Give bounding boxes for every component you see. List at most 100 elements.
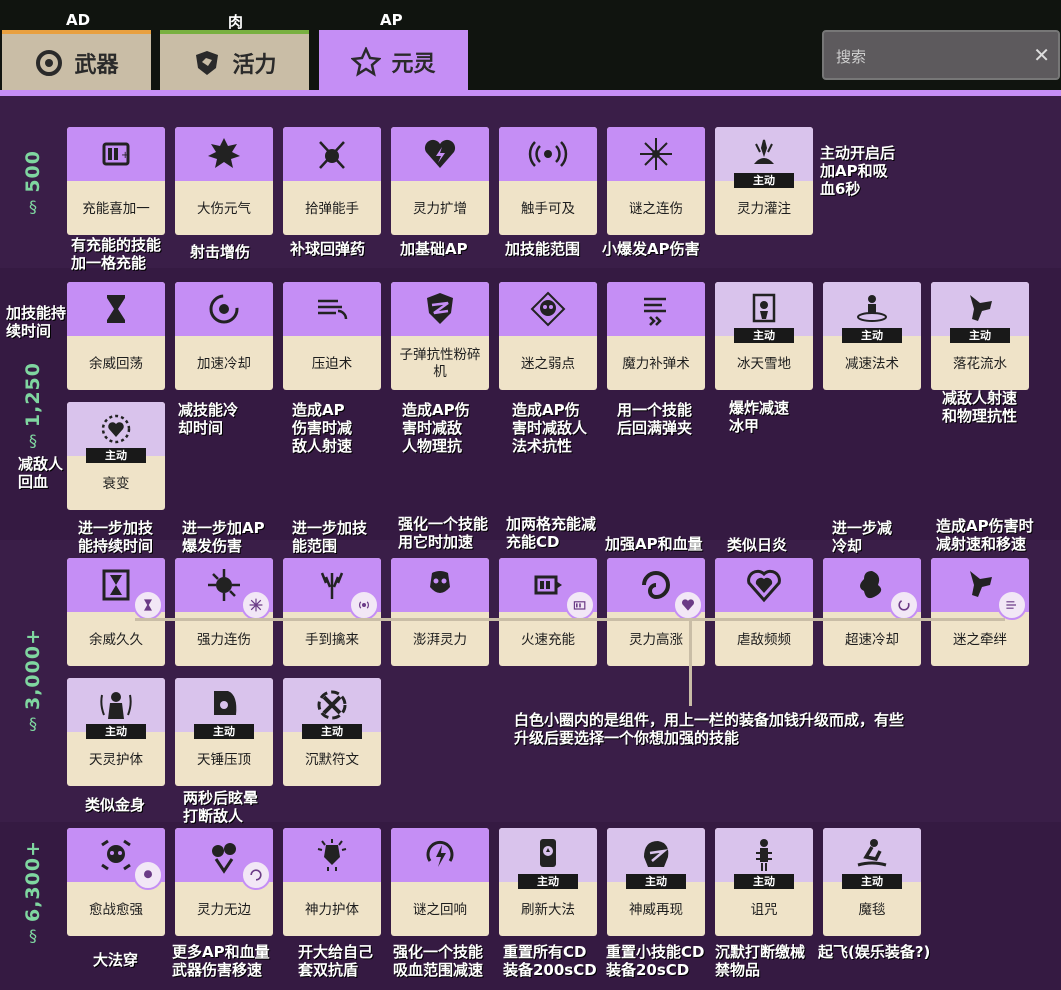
item-card-active[interactable]: 主动 冰天雪地 bbox=[715, 282, 813, 390]
svg-text:+: + bbox=[121, 150, 129, 161]
item-card[interactable]: 愈战愈强 bbox=[67, 828, 165, 936]
annotation: 重置小技能CD 装备20sCD bbox=[606, 943, 705, 979]
item-card-active[interactable]: 主动 魔毯 bbox=[823, 828, 921, 936]
item-card-active[interactable]: 主动 天灵护体 bbox=[67, 678, 165, 786]
spirit-icon bbox=[351, 47, 382, 77]
item-card-active[interactable]: 主动 衰变 bbox=[67, 402, 165, 510]
item-card[interactable]: 神力护体 bbox=[283, 828, 381, 936]
component-heart-icon bbox=[673, 590, 703, 620]
item-card-active[interactable]: 主动 诅咒 bbox=[715, 828, 813, 936]
annotation: 类似金身 bbox=[85, 796, 146, 814]
item-card[interactable]: + 充能喜加一 bbox=[67, 127, 165, 235]
annotation: 重置所有CD 装备200sCD bbox=[503, 943, 597, 979]
tab-vitality[interactable]: 活力 bbox=[160, 30, 309, 92]
search-input[interactable] bbox=[834, 44, 1028, 70]
annotation: 强化一个技能 吸血范围减速 bbox=[393, 943, 484, 979]
annotation: 补球回弹药 bbox=[290, 240, 366, 258]
echo-shard-icon bbox=[426, 840, 454, 867]
shield-break-icon bbox=[427, 293, 453, 324]
boundless-spirit-icon bbox=[212, 843, 236, 874]
annotation: 类似日炎 bbox=[727, 536, 788, 554]
souls-icon: § bbox=[29, 196, 37, 216]
item-card[interactable]: 灵力无边 bbox=[175, 828, 273, 936]
refresher-icon bbox=[540, 839, 556, 867]
silence-glyph-icon bbox=[317, 690, 347, 720]
annotation: 小爆发AP伤害 bbox=[602, 240, 700, 258]
slow-field-icon bbox=[857, 295, 887, 322]
tab-vitality-label: 活力 bbox=[232, 53, 277, 78]
item-card[interactable]: 澎湃灵力 bbox=[391, 558, 489, 666]
item-card[interactable]: 子弹抗性粉碎机 bbox=[391, 282, 489, 390]
item-card[interactable]: 余威回荡 bbox=[67, 282, 165, 390]
clear-icon[interactable]: ✕ bbox=[1033, 43, 1050, 67]
escalating-skull-icon bbox=[101, 839, 131, 871]
cooldown-icon bbox=[209, 294, 239, 324]
annotation: 两秒后眩晕 打断敌人 bbox=[183, 789, 259, 825]
rapid-charge-icon bbox=[534, 575, 562, 595]
item-card-active[interactable]: 主动 神威再现 bbox=[607, 828, 705, 936]
annotation: 加技能持 续时间 bbox=[6, 304, 67, 340]
tab-weapon-label: 武器 bbox=[74, 53, 119, 78]
active-badge: 主动 bbox=[518, 874, 578, 889]
tab-weapon[interactable]: 武器 bbox=[2, 30, 151, 92]
helmet-icon bbox=[644, 841, 669, 867]
item-card-active[interactable]: 主动 落花流水 bbox=[931, 282, 1029, 390]
annotation: 大法穿 bbox=[93, 951, 139, 969]
item-card[interactable]: 拾弹能手 bbox=[283, 127, 381, 235]
spirit-heart-icon bbox=[424, 139, 456, 168]
active-badge: 主动 bbox=[194, 724, 254, 739]
tab-category-meat: 肉 bbox=[228, 13, 244, 31]
mystic-slow-icon bbox=[970, 571, 992, 597]
item-card[interactable]: 谜之回响 bbox=[391, 828, 489, 936]
item-card[interactable]: 超速冷却 bbox=[823, 558, 921, 666]
skull-icon bbox=[530, 291, 566, 327]
item-card[interactable]: 加速冷却 bbox=[175, 282, 273, 390]
item-card-active[interactable]: 主动 减速法术 bbox=[823, 282, 921, 390]
item-card[interactable]: 大伤元气 bbox=[175, 127, 273, 235]
knockdown-icon bbox=[214, 691, 237, 715]
divine-barrier-icon bbox=[100, 692, 132, 719]
item-card[interactable]: 余威久久 bbox=[67, 558, 165, 666]
spark-burst-icon bbox=[640, 138, 672, 170]
tier-price-1250: 1,250 § bbox=[22, 362, 44, 451]
item-card[interactable]: 压迫术 bbox=[283, 282, 381, 390]
item-card-active[interactable]: 主动 灵力灌注 bbox=[715, 127, 813, 235]
active-badge: 主动 bbox=[626, 874, 686, 889]
annotation: 进一步加技 能持续时间 bbox=[78, 519, 154, 555]
item-card[interactable]: 强力连伤 bbox=[175, 558, 273, 666]
item-card[interactable]: 谜之连伤 bbox=[607, 127, 705, 235]
item-card[interactable]: 虐敌频频 bbox=[715, 558, 813, 666]
active-badge: 主动 bbox=[86, 724, 146, 739]
item-card[interactable]: 魔力补弹术 bbox=[607, 282, 705, 390]
item-card[interactable]: 触手可及 bbox=[499, 127, 597, 235]
souls-icon: § bbox=[29, 926, 37, 946]
connector-line bbox=[135, 618, 1005, 621]
superior-cooldown-icon bbox=[860, 571, 882, 599]
chain-burst-icon bbox=[208, 569, 240, 601]
component-note: 白色小圈内的是组件，用上一栏的装备加钱升级而成，有些 升级后要选择一个你想加强的技… bbox=[514, 711, 905, 747]
range-waves-icon bbox=[528, 141, 568, 167]
item-card[interactable]: 迷之牵绊 bbox=[931, 558, 1029, 666]
annotation: 爆炸减速 冰甲 bbox=[729, 399, 790, 435]
annotation: 起飞(娱乐装备?) bbox=[818, 943, 931, 961]
tier-price-3000: 3,000+ § bbox=[22, 628, 44, 734]
tab-spirit[interactable]: 元灵 bbox=[319, 30, 468, 94]
annotation: 造成AP伤害时 减射速和移速 bbox=[936, 517, 1034, 553]
item-card-active[interactable]: 主动 刷新大法 bbox=[499, 828, 597, 936]
active-badge: 主动 bbox=[734, 173, 794, 188]
item-card[interactable]: 手到擒来 bbox=[283, 558, 381, 666]
item-card[interactable]: 灵力扩增 bbox=[391, 127, 489, 235]
item-card[interactable]: 火速充能 bbox=[499, 558, 597, 666]
active-badge: 主动 bbox=[302, 724, 362, 739]
spirit-infuse-icon bbox=[754, 139, 774, 164]
hourglass-icon bbox=[107, 295, 125, 323]
item-card[interactable]: 迷之弱点 bbox=[499, 282, 597, 390]
ice-door-icon bbox=[752, 293, 776, 323]
decay-heart-icon bbox=[101, 414, 131, 444]
component-spark-icon bbox=[241, 590, 271, 620]
item-card-active[interactable]: 主动 沉默符文 bbox=[283, 678, 381, 786]
ammo-orb-icon bbox=[319, 141, 345, 169]
item-card-active[interactable]: 主动 天锤压顶 bbox=[175, 678, 273, 786]
annotation: 加两格充能减 充能CD bbox=[506, 515, 597, 551]
annotation: 造成AP伤 害时减敌人 法术抗性 bbox=[512, 401, 588, 455]
